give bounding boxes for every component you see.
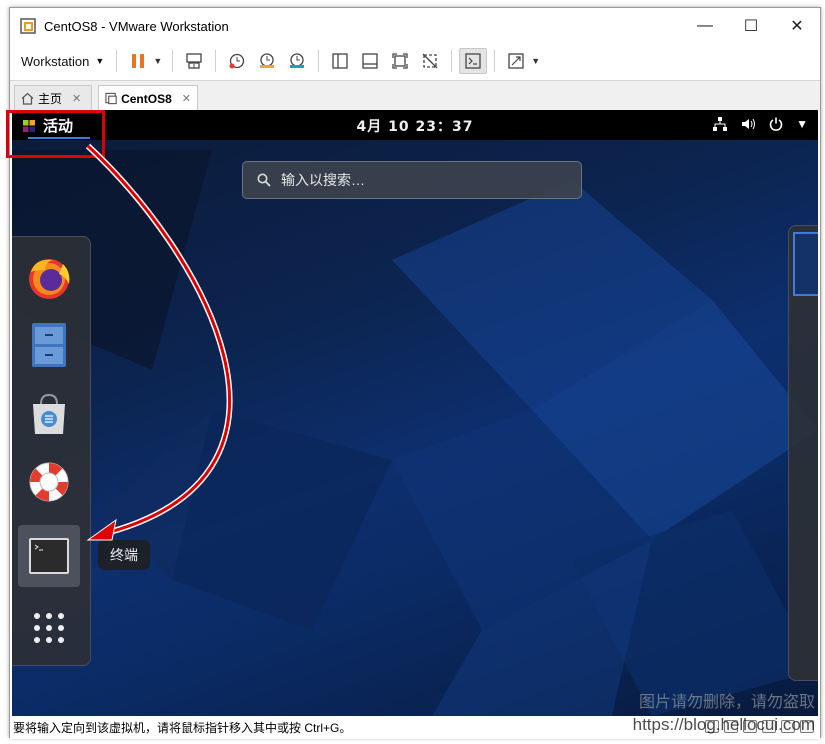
annotation-arrow [85, 143, 233, 541]
watermark-url: https://blog.hellocui.com [632, 715, 815, 734]
watermark: 图片请勿删除，请勿盗取 https://blog.hellocui.com [633, 692, 815, 736]
watermark-notice: 图片请勿删除，请勿盗取 [638, 694, 815, 711]
